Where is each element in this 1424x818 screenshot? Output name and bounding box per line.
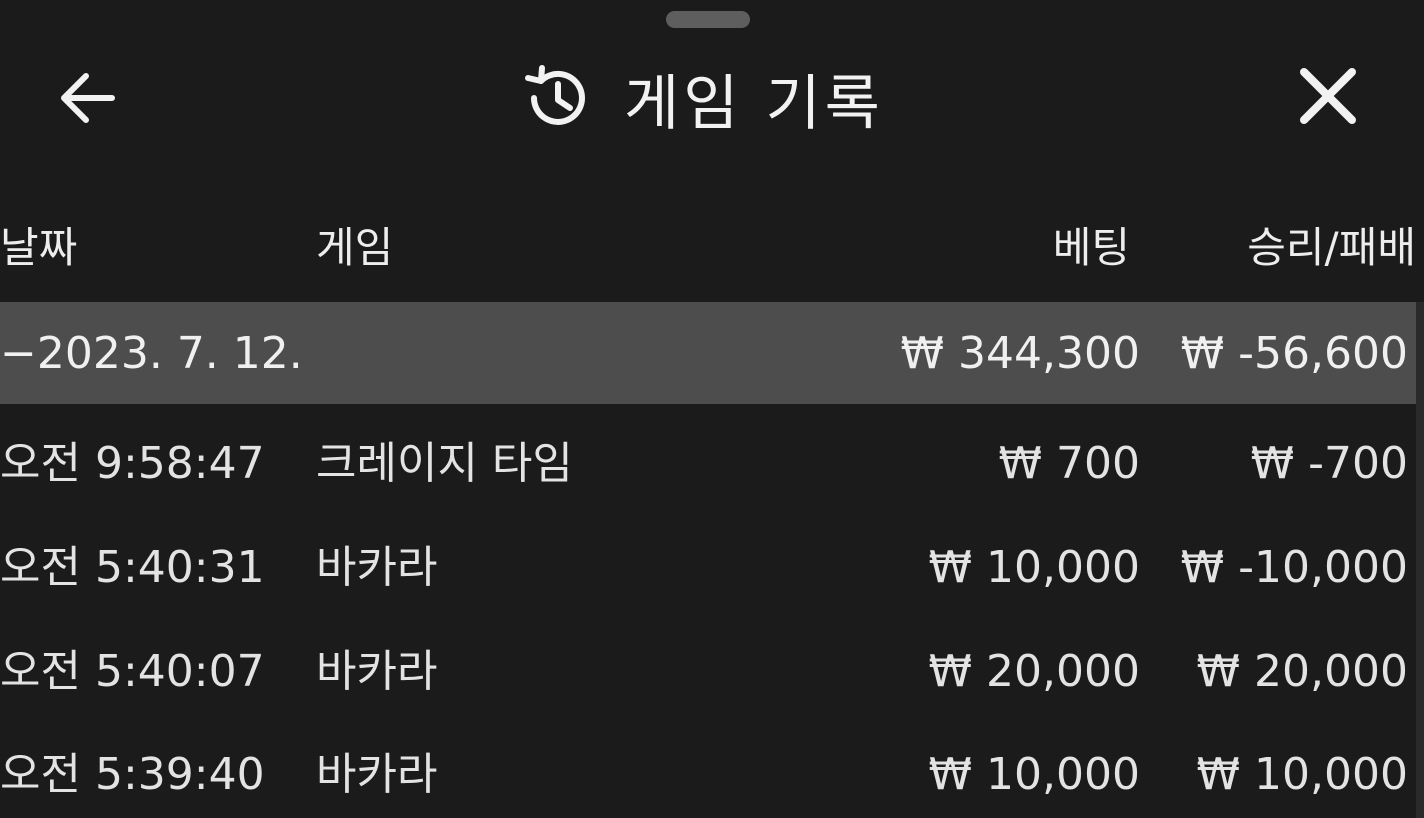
summary-bet: ₩ 344,300: [900, 328, 1140, 379]
row-bet: ₩ 20,000: [928, 646, 1140, 697]
row-bet: ₩ 10,000: [928, 749, 1140, 800]
column-header-bet: 베팅: [1052, 223, 1130, 272]
row-win-loss: ₩ 20,000: [1196, 646, 1408, 697]
row-time: 오전 5:40:07: [0, 646, 265, 697]
summary-date: −2023. 7. 12.: [0, 328, 303, 379]
table-row[interactable]: 오전 5:40:31 바카라 ₩ 10,000 ₩ -10,000: [0, 520, 1416, 616]
row-time: 오전 5:39:40: [0, 749, 265, 800]
history-icon: [525, 65, 585, 125]
row-bet: ₩ 10,000: [928, 542, 1140, 593]
row-game: 바카라: [316, 646, 438, 697]
modal-header: 게임 기록: [0, 40, 1424, 152]
column-header-game: 게임: [316, 223, 394, 272]
row-win-loss: ₩ 10,000: [1196, 749, 1408, 800]
title-group: 게임 기록: [520, 58, 884, 139]
drag-handle[interactable]: [666, 11, 750, 28]
row-game: 크레이지 타임: [316, 438, 573, 489]
row-win-loss: ₩ -10,000: [1180, 542, 1408, 593]
row-win-loss: ₩ -700: [1250, 438, 1408, 489]
table-row[interactable]: 오전 5:39:40 바카라 ₩ 10,000 ₩ 10,000: [0, 727, 1416, 818]
row-game: 바카라: [316, 542, 438, 593]
close-icon: [1300, 68, 1356, 124]
date-summary-row[interactable]: −2023. 7. 12. ₩ 344,300 ₩ -56,600: [0, 302, 1416, 404]
row-time: 오전 5:40:31: [0, 542, 265, 593]
scrollbar[interactable]: [1416, 302, 1424, 818]
page-title: 게임 기록: [624, 68, 884, 139]
back-button[interactable]: [52, 64, 124, 132]
close-button[interactable]: [1290, 62, 1366, 134]
column-header-date: 날짜: [0, 223, 78, 272]
row-time: 오전 9:58:47: [0, 438, 265, 489]
row-bet: ₩ 700: [998, 438, 1140, 489]
table-row[interactable]: 오전 5:40:07 바카라 ₩ 20,000 ₩ 20,000: [0, 624, 1416, 720]
table-row[interactable]: 오전 9:58:47 크레이지 타임 ₩ 700 ₩ -700: [0, 416, 1416, 512]
summary-win-loss: ₩ -56,600: [1180, 328, 1408, 379]
row-game: 바카라: [316, 749, 438, 800]
arrow-left-icon: [61, 73, 115, 123]
column-header-win-loss: 승리/패배: [1247, 223, 1416, 272]
